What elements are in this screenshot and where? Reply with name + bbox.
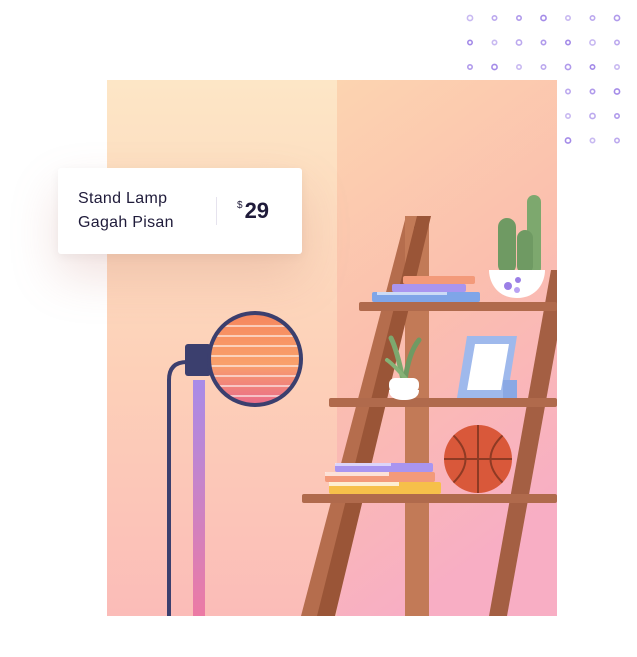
grid-dot <box>466 14 474 22</box>
grid-dot <box>540 14 547 22</box>
grid-dot <box>564 63 572 71</box>
wall-right <box>337 80 557 616</box>
grid-dot <box>515 39 523 46</box>
grid-dot <box>614 137 621 144</box>
grid-dot <box>515 15 522 22</box>
price: $ 29 <box>237 198 269 224</box>
price-currency: $ <box>237 200 243 211</box>
room-illustration <box>107 80 557 616</box>
grid-dot <box>613 88 621 95</box>
grid-dot <box>589 15 596 22</box>
grid-dot <box>540 63 547 70</box>
grid-dot <box>589 88 596 95</box>
grid-dot <box>565 39 572 46</box>
grid-dot <box>491 39 498 46</box>
grid-dot <box>614 63 621 70</box>
grid-dot <box>565 113 572 120</box>
grid-dot <box>540 39 547 46</box>
shelf-bottom <box>302 494 557 503</box>
photo-frame <box>457 336 517 398</box>
grid-dot <box>491 63 498 71</box>
product-name: Stand Lamp Gagah Pisan <box>78 187 214 235</box>
card-divider <box>216 197 217 225</box>
grid-dot <box>565 15 572 22</box>
grid-dot <box>565 88 572 95</box>
price-amount: 29 <box>244 198 270 223</box>
grid-dot <box>467 63 474 70</box>
grid-dot <box>589 39 596 46</box>
shelf-top <box>359 302 557 311</box>
grid-dot <box>491 15 498 22</box>
basketball <box>444 425 512 493</box>
product-name-line2: Gagah Pisan <box>78 214 174 231</box>
grid-dot <box>613 14 621 22</box>
grid-dot <box>589 112 596 120</box>
grid-dot <box>467 39 474 46</box>
grid-dot <box>515 63 522 70</box>
hero-stage: Stand Lamp Gagah Pisan $ 29 <box>0 0 637 657</box>
shelf-middle <box>329 398 557 407</box>
grid-dot <box>614 39 621 46</box>
grid-dot <box>589 63 596 70</box>
grid-dot <box>564 137 572 144</box>
product-card[interactable]: Stand Lamp Gagah Pisan $ 29 <box>58 168 302 254</box>
grid-dot <box>614 113 621 120</box>
books-bottom-shelf <box>325 463 441 494</box>
product-name-line1: Stand Lamp <box>78 190 168 207</box>
grid-dot <box>589 137 596 144</box>
